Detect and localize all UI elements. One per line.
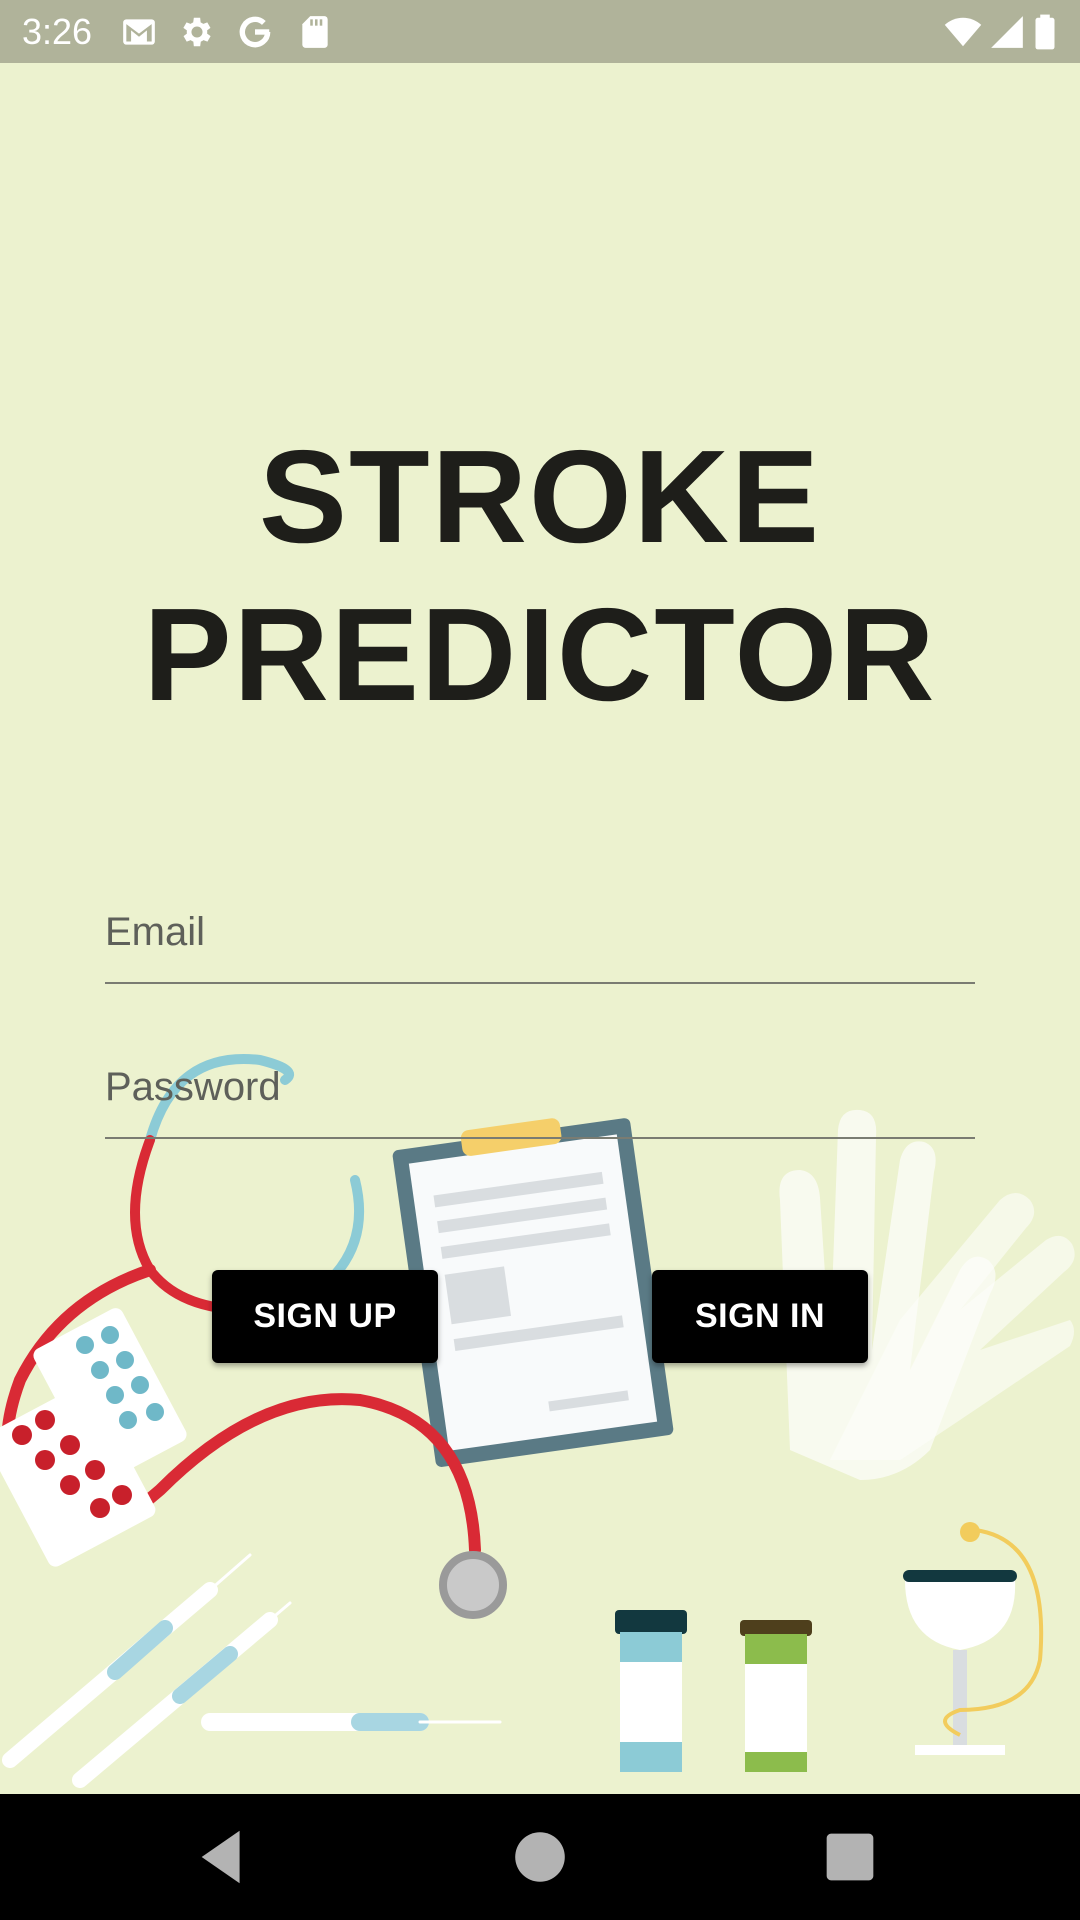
wifi-icon <box>944 17 982 47</box>
back-icon[interactable] <box>190 1822 260 1892</box>
pills-icon <box>0 1308 187 1567</box>
home-icon[interactable] <box>505 1822 575 1892</box>
login-screen: 3:26 STROKE PREDICTOR Email SIGN UP SIGN… <box>0 0 1080 1920</box>
battery-icon <box>1035 14 1055 50</box>
gmail-icon <box>123 19 155 45</box>
sd-card-icon <box>302 16 328 48</box>
password-field-container <box>105 1037 975 1139</box>
navigation-bar <box>0 1794 1080 1920</box>
google-icon <box>239 16 271 48</box>
app-title-line-1: STROKE <box>258 423 822 570</box>
signal-icon <box>991 16 1023 48</box>
sign-in-button[interactable]: SIGN IN <box>652 1270 868 1363</box>
email-field-container <box>105 882 975 984</box>
status-bar: 3:26 <box>0 0 1080 63</box>
settings-icon <box>183 17 211 47</box>
recents-icon[interactable] <box>815 1822 885 1892</box>
pharmacy-cup-icon <box>903 1522 1044 1755</box>
syringe-icon <box>2 1553 502 1788</box>
email-field[interactable] <box>105 882 975 982</box>
app-title-line-2: PREDICTOR <box>143 581 937 728</box>
app-title: STROKE PREDICTOR <box>0 418 1080 734</box>
status-time: 3:26 <box>22 11 93 52</box>
medicine-bottle-icon <box>615 1610 812 1772</box>
password-field[interactable] <box>105 1037 975 1137</box>
sign-up-button[interactable]: SIGN UP <box>212 1270 438 1363</box>
